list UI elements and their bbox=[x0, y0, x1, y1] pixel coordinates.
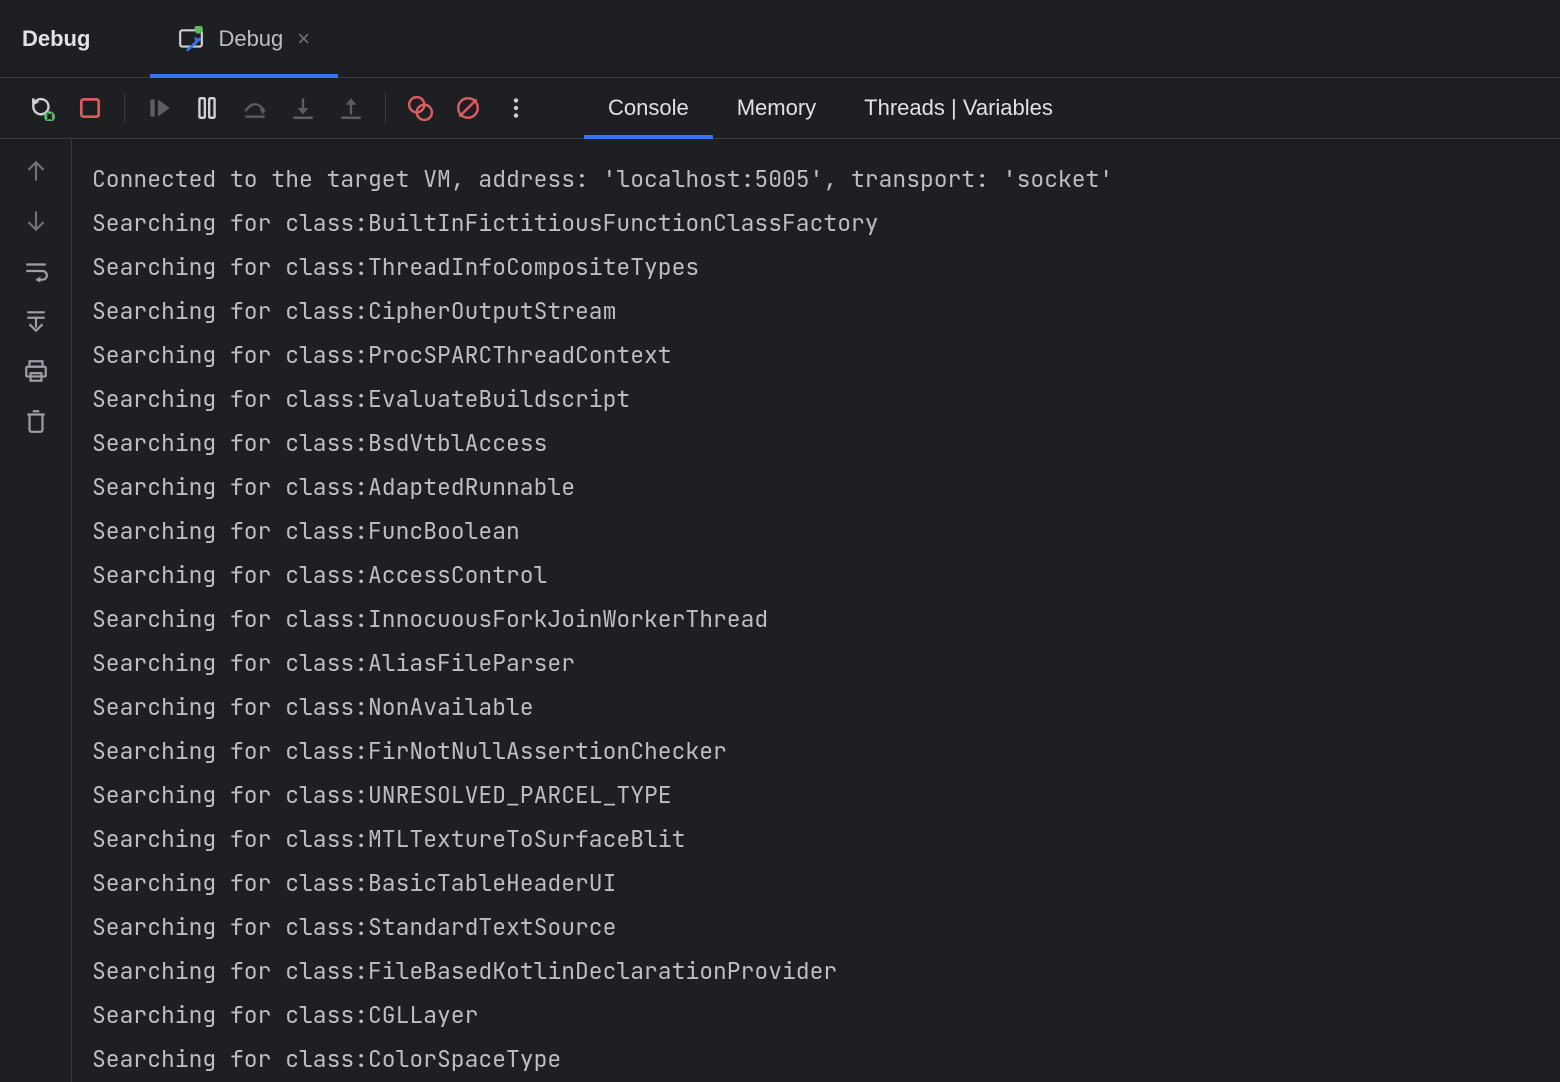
separator bbox=[385, 93, 386, 123]
scroll-to-end-button[interactable] bbox=[16, 307, 56, 335]
console-line: Searching for class:ThreadInfoCompositeT… bbox=[92, 245, 1540, 289]
console-line: Searching for class:FuncBoolean bbox=[92, 509, 1540, 553]
tab-run-config-debug[interactable]: Debug × bbox=[150, 0, 338, 77]
separator bbox=[124, 93, 125, 123]
console-line: Searching for class:FileBasedKotlinDecla… bbox=[92, 949, 1540, 993]
debug-sub-tabs: Console Memory Threads | Variables bbox=[584, 78, 1077, 138]
debug-body: Connected to the target VM, address: 'lo… bbox=[0, 139, 1560, 1082]
tool-window-header: Debug Debug × bbox=[0, 0, 1560, 78]
console-line: Searching for class:UNRESOLVED_PARCEL_TY… bbox=[92, 773, 1540, 817]
print-button[interactable] bbox=[16, 357, 56, 385]
console-line: Searching for class:NonAvailable bbox=[92, 685, 1540, 729]
tab-threads-variables[interactable]: Threads | Variables bbox=[840, 78, 1077, 138]
close-icon[interactable]: × bbox=[297, 28, 310, 50]
console-line: Searching for class:BsdVtblAccess bbox=[92, 421, 1540, 465]
console-line: Searching for class:AliasFileParser bbox=[92, 641, 1540, 685]
debug-toolbar: Console Memory Threads | Variables bbox=[0, 78, 1560, 139]
view-breakpoints-button[interactable] bbox=[396, 84, 444, 132]
tab-console[interactable]: Console bbox=[584, 78, 713, 138]
console-output[interactable]: Connected to the target VM, address: 'lo… bbox=[72, 139, 1560, 1082]
console-gutter bbox=[0, 139, 72, 1082]
console-line: Searching for class:FirNotNullAssertionC… bbox=[92, 729, 1540, 773]
tab-memory[interactable]: Memory bbox=[713, 78, 840, 138]
console-line: Searching for class:CipherOutputStream bbox=[92, 289, 1540, 333]
pause-button[interactable] bbox=[183, 84, 231, 132]
console-line: Searching for class:ProcSPARCThreadConte… bbox=[92, 333, 1540, 377]
toolbar-left-group bbox=[0, 78, 540, 138]
console-line: Searching for class:StandardTextSource bbox=[92, 905, 1540, 949]
console-line: Searching for class:MTLTextureToSurfaceB… bbox=[92, 817, 1540, 861]
tool-window-title: Debug bbox=[22, 0, 150, 77]
resume-button[interactable] bbox=[135, 84, 183, 132]
more-actions-button[interactable] bbox=[492, 84, 540, 132]
mute-breakpoints-button[interactable] bbox=[444, 84, 492, 132]
console-line: Searching for class:ColorSpaceType bbox=[92, 1037, 1540, 1081]
console-line: Searching for class:AccessControl bbox=[92, 553, 1540, 597]
run-config-icon bbox=[178, 26, 204, 52]
previous-button[interactable] bbox=[16, 157, 56, 185]
clear-all-button[interactable] bbox=[16, 407, 56, 435]
rerun-button[interactable] bbox=[18, 84, 66, 132]
console-line: Searching for class:BasicTableHeaderUI bbox=[92, 861, 1540, 905]
tab-label: Debug bbox=[218, 26, 283, 52]
next-button[interactable] bbox=[16, 207, 56, 235]
console-line: Connected to the target VM, address: 'lo… bbox=[92, 157, 1540, 201]
step-over-button[interactable] bbox=[231, 84, 279, 132]
console-line: Searching for class:CGLLayer bbox=[92, 993, 1540, 1037]
console-line: Searching for class:InnocuousForkJoinWor… bbox=[92, 597, 1540, 641]
soft-wrap-button[interactable] bbox=[16, 257, 56, 285]
console-line: Searching for class:BuiltInFictitiousFun… bbox=[92, 201, 1540, 245]
step-out-button[interactable] bbox=[327, 84, 375, 132]
step-into-button[interactable] bbox=[279, 84, 327, 132]
console-line: Searching for class:EvaluateBuildscript bbox=[92, 377, 1540, 421]
stop-button[interactable] bbox=[66, 84, 114, 132]
console-line: Searching for class:AdaptedRunnable bbox=[92, 465, 1540, 509]
